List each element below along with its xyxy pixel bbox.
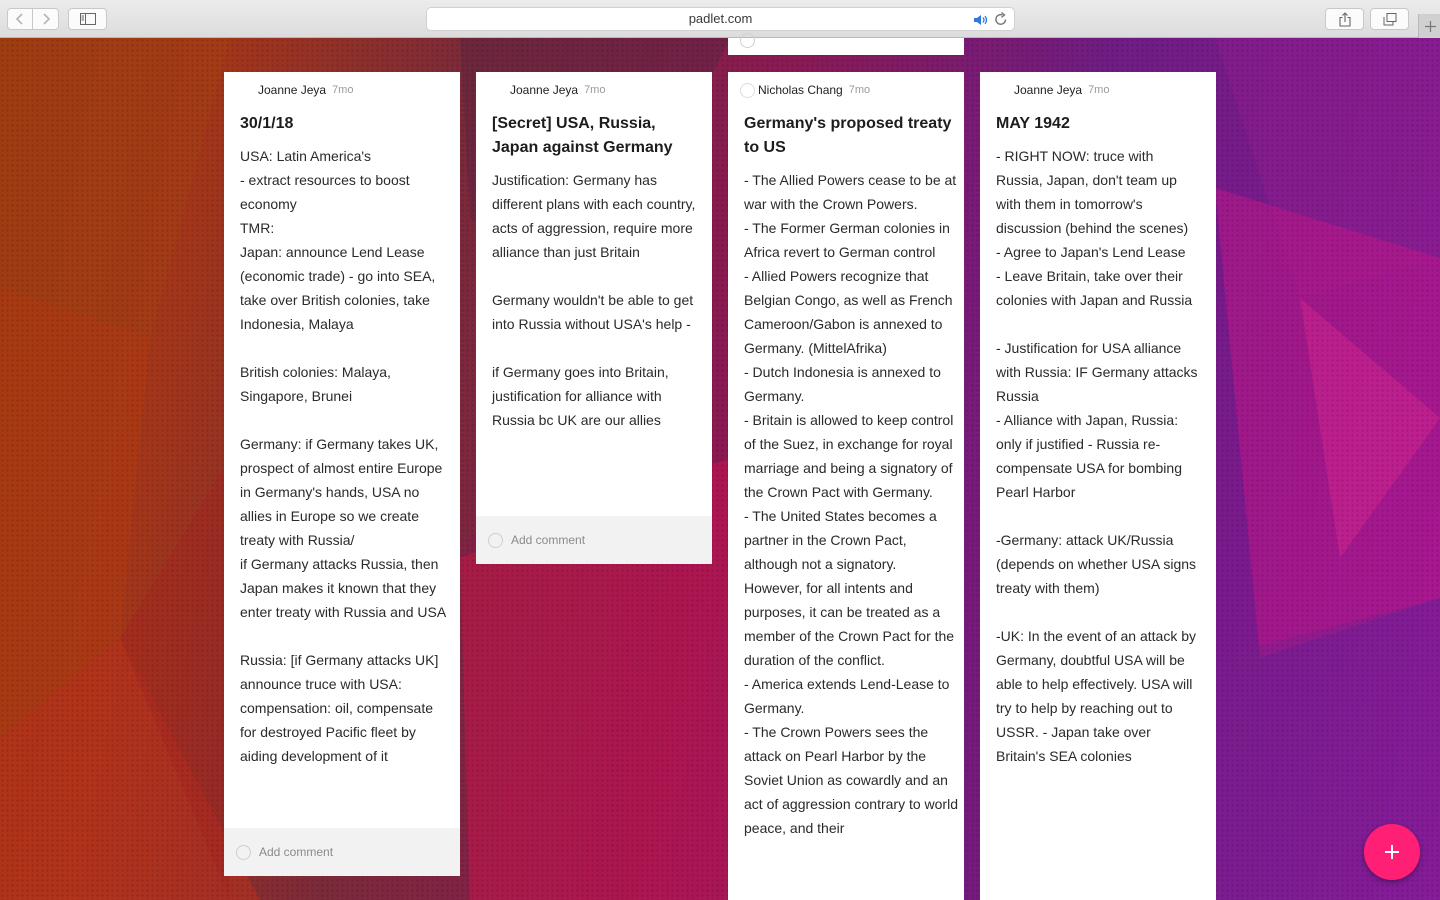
post-card[interactable]: Joanne Jeya 7mo 30/1/18 USA: Latin Ameri…: [224, 72, 460, 876]
tabs-overview-icon: [1383, 12, 1396, 25]
texture-overlay: [0, 38, 1440, 900]
post-timestamp: 7mo: [1088, 84, 1110, 96]
post-title: Germany's proposed treaty to US: [744, 115, 952, 156]
post-paragraph: - The Former German colonies in Africa r…: [744, 220, 950, 260]
post-paragraph: if Germany attacks Russia, then Japan ma…: [240, 556, 447, 620]
post-header: Joanne Jeya 7mo: [240, 81, 353, 99]
post-paragraph: Japan: announce Lend Lease (economic tra…: [240, 244, 436, 332]
post-paragraph: if Germany goes into Britain, justificat…: [492, 364, 669, 428]
post-paragraph: - Leave Britain, take over their colonie…: [996, 268, 1193, 308]
post-paragraph: - The Allied Powers cease to be at war w…: [744, 172, 957, 212]
sidebar-icon: [79, 13, 96, 25]
share-icon: [1338, 11, 1351, 27]
new-tab-button[interactable]: [1418, 14, 1440, 38]
author-avatar: [240, 82, 255, 98]
tabs-overview-button[interactable]: [1370, 8, 1409, 30]
post-paragraph: USA: Latin America's: [240, 148, 372, 164]
post-paragraph: - America extends Lend-Lease to Germany.: [744, 676, 950, 716]
post-paragraph: Justification: Germany has different pla…: [492, 172, 696, 260]
plus-icon: [1385, 845, 1399, 859]
url-text: padlet.com: [688, 11, 753, 26]
post-paragraph: - extract resources to boost economy: [240, 172, 410, 212]
post-body: Justification: Germany has different pla…: [492, 168, 704, 432]
post-paragraph: -UK: In the event of an attack by German…: [996, 628, 1196, 764]
back-button[interactable]: [7, 8, 33, 30]
post-paragraph: -Germany: attack UK/Russia (depends on w…: [996, 532, 1197, 596]
post-author: Nicholas Chang: [758, 83, 843, 97]
post-author: Joanne Jeya: [258, 83, 327, 97]
author-avatar: [996, 82, 1011, 98]
post-title: 30/1/18: [240, 115, 294, 132]
share-button[interactable]: [1325, 8, 1364, 30]
post-timestamp: 7mo: [584, 84, 606, 96]
speaker-icon[interactable]: [973, 12, 989, 31]
post-header: Joanne Jeya 7mo: [492, 81, 605, 99]
chevron-right-icon: [42, 13, 50, 25]
post-paragraph: TMR:: [240, 220, 275, 236]
post-card[interactable]: Joanne Jeya 7mo MAY 1942 - RIGHT NOW: tr…: [980, 72, 1216, 900]
browser-toolbar: padlet.com: [0, 0, 1440, 38]
post-title: [Secret] USA, Russia, Japan against Germ…: [492, 115, 673, 156]
add-comment-button[interactable]: Add comment: [476, 516, 712, 564]
post-paragraph: - Britain is allowed to keep control of …: [744, 412, 954, 500]
post-timestamp: 7mo: [332, 84, 354, 96]
post-body: USA: Latin America's - extract resources…: [240, 144, 452, 768]
post-paragraph: - Allied Powers recognize that Belgian C…: [744, 268, 953, 356]
post-paragraph: - Agree to Japan's Lend Lease: [996, 244, 1186, 260]
commenter-avatar: [740, 33, 755, 48]
post-paragraph: - The Crown Powers sees the attack on Pe…: [744, 724, 958, 836]
post-author: Joanne Jeya: [510, 83, 579, 97]
post-title: MAY 1942: [996, 115, 1070, 132]
plus-icon: [1424, 20, 1436, 32]
post-card[interactable]: Nicholas Chang 7mo Germany's proposed tr…: [728, 72, 964, 900]
post-paragraph: - The United States becomes a partner in…: [744, 508, 955, 668]
add-post-button[interactable]: [1364, 824, 1420, 880]
post-paragraph: - Alliance with Japan, Russia: only if j…: [996, 412, 1182, 500]
post-paragraph: - Dutch Indonesia is annexed to Germany.: [744, 364, 941, 404]
add-comment-button[interactable]: Add comment: [224, 828, 460, 876]
author-avatar: [492, 82, 507, 98]
post-author: Joanne Jeya: [1014, 83, 1083, 97]
add-comment-label: Add comment: [259, 845, 334, 859]
sidebar-toggle-button[interactable]: [68, 8, 107, 30]
post-body: - RIGHT NOW: truce with Russia, Japan, d…: [996, 144, 1202, 768]
post-paragraph: Germany wouldn't be able to get into Rus…: [492, 292, 694, 332]
post-header: Nicholas Chang 7mo: [740, 81, 870, 99]
post-card[interactable]: Joanne Jeya 7mo [Secret] USA, Russia, Ja…: [476, 72, 712, 564]
post-header: Joanne Jeya 7mo: [996, 81, 1109, 99]
forward-button[interactable]: [33, 8, 59, 30]
commenter-avatar: [236, 844, 251, 860]
reload-icon[interactable]: [994, 11, 1008, 31]
post-paragraph: Germany: if Germany takes UK, prospect o…: [240, 436, 443, 548]
add-comment-label: Add comment: [511, 533, 586, 547]
commenter-avatar: [488, 532, 503, 548]
post-paragraph: - Justification for USA alliance with Ru…: [996, 340, 1198, 404]
address-bar[interactable]: padlet.com: [426, 7, 1015, 31]
post-paragraph: Russia: [if Germany attacks UK] announce…: [240, 652, 439, 764]
author-avatar: [740, 82, 755, 98]
post-card-partial[interactable]: [728, 33, 964, 55]
post-paragraph: - RIGHT NOW: truce with Russia, Japan, d…: [996, 148, 1189, 236]
post-timestamp: 7mo: [848, 84, 871, 96]
post-paragraph: British colonies: Malaya, Singapore, Bru…: [240, 364, 391, 404]
post-body: - The Allied Powers cease to be at war w…: [744, 168, 958, 840]
padlet-board: [0, 38, 1440, 900]
chevron-left-icon: [15, 13, 23, 25]
